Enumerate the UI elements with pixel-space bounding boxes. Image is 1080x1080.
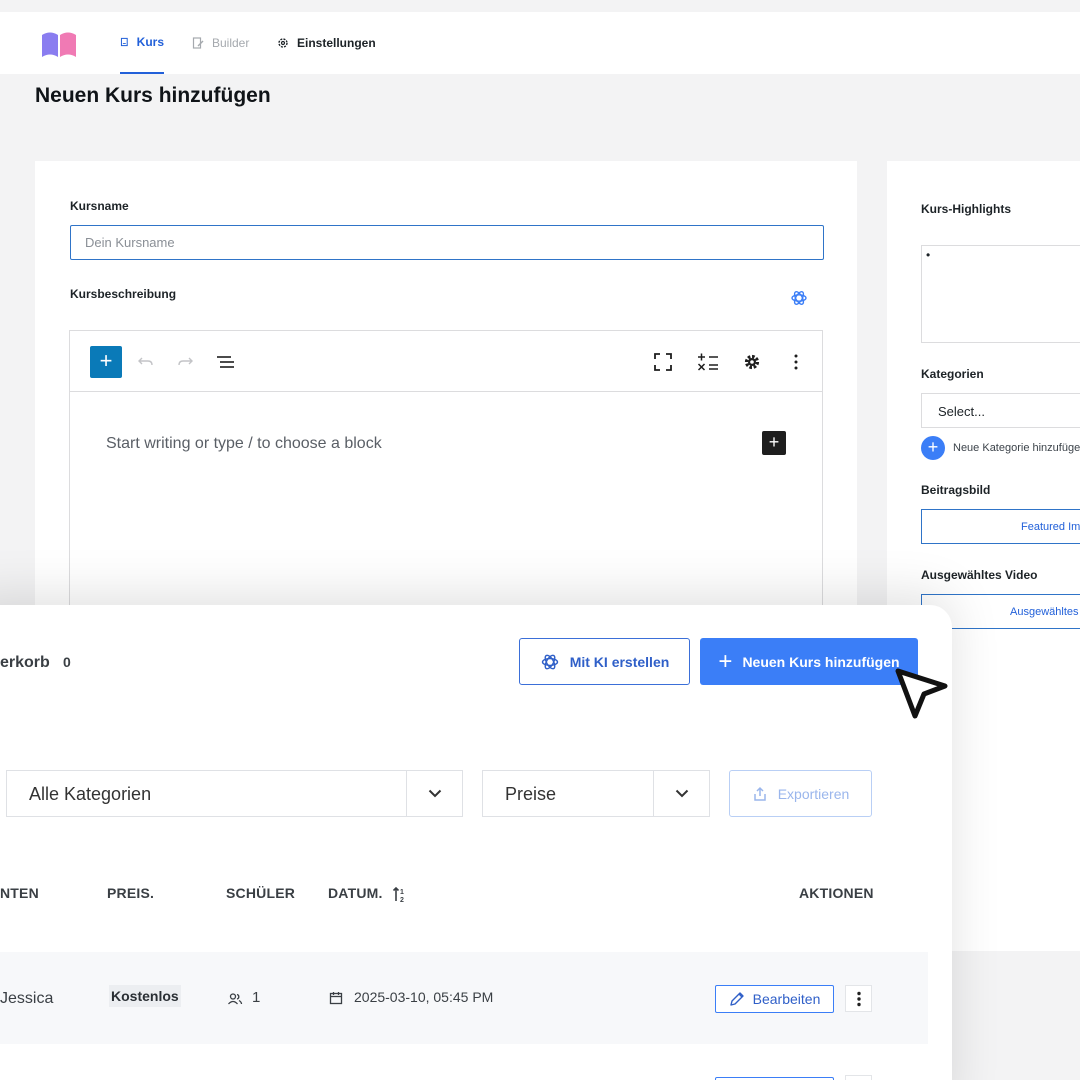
price-badge: Kostenlos xyxy=(109,985,181,1007)
tab-builder[interactable]: Builder xyxy=(192,12,249,74)
next-row-more-button[interactable] xyxy=(845,1075,872,1080)
column-header-students: SCHÜLER xyxy=(226,885,296,901)
add-block-button[interactable]: + xyxy=(90,346,122,378)
kursname-label: Kursname xyxy=(70,199,129,213)
edit-label: Bearbeiten xyxy=(752,991,821,1007)
top-navigation: Kurs Builder Einstellungen xyxy=(0,12,1080,74)
chevron-down-icon xyxy=(653,771,709,816)
cart-label: erkorb xyxy=(0,654,50,671)
undo-icon[interactable] xyxy=(134,350,158,374)
tab-kurs[interactable]: Kurs xyxy=(120,12,164,74)
more-options-icon[interactable] xyxy=(784,350,808,374)
export-button[interactable]: Exportieren xyxy=(729,770,872,817)
column-header-actions: AKTIONEN xyxy=(799,885,874,901)
category-filter-value: Alle Kategorien xyxy=(29,784,152,804)
tab-builder-label: Builder xyxy=(212,36,250,50)
add-new-course-label: Neuen Kurs hinzufügen xyxy=(742,653,900,670)
beitragsbild-label: Beitragsbild xyxy=(921,483,991,497)
settings-gear-icon[interactable] xyxy=(740,350,764,374)
price-filter-value: Preise xyxy=(505,784,557,804)
instructor-name: Jessica xyxy=(0,990,54,1007)
export-icon xyxy=(753,786,766,801)
course-date: 2025-03-10, 05:45 PM xyxy=(354,989,494,1005)
highlights-bullet: • xyxy=(926,248,931,262)
edit-button[interactable]: Bearbeiten xyxy=(715,985,834,1013)
openai-icon[interactable] xyxy=(789,288,809,308)
kurs-highlights-field[interactable]: • xyxy=(921,245,1080,343)
cart-count: 0 xyxy=(63,654,71,670)
kursname-input[interactable] xyxy=(70,225,824,260)
row-more-button[interactable] xyxy=(845,985,872,1012)
kebab-menu-icon xyxy=(856,991,861,1006)
price-filter-dropdown[interactable]: Preise xyxy=(482,770,710,817)
editor-placeholder: Start writing or type / to choose a bloc… xyxy=(106,435,382,452)
page-title: Neuen Kurs hinzufügen xyxy=(35,84,271,107)
student-count: 1 xyxy=(252,989,261,1006)
tab-einstellungen-label: Einstellungen xyxy=(297,36,376,50)
tab-einstellungen[interactable]: Einstellungen xyxy=(277,12,376,74)
block-inserter-button[interactable]: + xyxy=(762,431,786,455)
list-view-icon[interactable] xyxy=(214,350,238,374)
ausgewaehltes-video-label: Ausgewähltes Video xyxy=(921,568,1038,582)
calendar-icon xyxy=(329,992,343,1005)
column-header-date[interactable]: DATUM. xyxy=(328,885,383,901)
block-editor[interactable]: + Start writing or type / to choose a bl… xyxy=(69,330,823,630)
column-header-price: PREIS. xyxy=(107,885,155,901)
plus-circle-icon: + xyxy=(921,436,945,460)
users-icon xyxy=(228,993,243,1005)
kategorien-label: Kategorien xyxy=(921,367,984,381)
document-icon xyxy=(120,37,128,47)
svg-text:2: 2 xyxy=(400,897,404,903)
category-filter-dropdown[interactable]: Alle Kategorien xyxy=(6,770,463,817)
mouse-pointer-icon xyxy=(895,668,948,719)
edit-document-icon xyxy=(192,37,204,49)
svg-text:1: 1 xyxy=(400,889,404,896)
course-list-panel: erkorb 0 Mit KI erstellen + Neuen Kurs h… xyxy=(0,605,952,1080)
column-header-instructors: NTEN xyxy=(0,885,39,901)
tab-kurs-label: Kurs xyxy=(136,35,164,49)
plus-icon: + xyxy=(718,647,733,675)
openai-icon xyxy=(541,654,558,669)
add-category-label: Neue Kategorie hinzufügen xyxy=(953,442,1080,454)
kategorien-select[interactable]: Select... xyxy=(921,393,1080,428)
math-icon[interactable] xyxy=(696,350,720,374)
export-label: Exportieren xyxy=(777,785,850,802)
editor-toolbar: + xyxy=(70,331,822,392)
chevron-down-icon xyxy=(406,771,462,816)
create-with-ai-label: Mit KI erstellen xyxy=(569,653,670,670)
logo-book-icon xyxy=(42,32,76,57)
pencil-icon xyxy=(729,992,744,1006)
add-category-button[interactable]: + Neue Kategorie hinzufügen xyxy=(921,436,1080,460)
sort-icon[interactable]: 1 2 xyxy=(392,886,408,903)
add-new-course-button[interactable]: + Neuen Kurs hinzufügen xyxy=(700,638,918,685)
fullscreen-icon[interactable] xyxy=(651,350,675,374)
gear-icon xyxy=(278,38,288,48)
redo-icon[interactable] xyxy=(173,350,197,374)
create-with-ai-button[interactable]: Mit KI erstellen xyxy=(519,638,690,685)
kurs-highlights-label: Kurs-Highlights xyxy=(921,202,1011,216)
kursbeschreibung-label: Kursbeschreibung xyxy=(70,287,177,301)
course-form-card: Kursname Kursbeschreibung + xyxy=(35,161,857,630)
featured-image-button[interactable]: Featured Image xyxy=(921,509,1080,544)
